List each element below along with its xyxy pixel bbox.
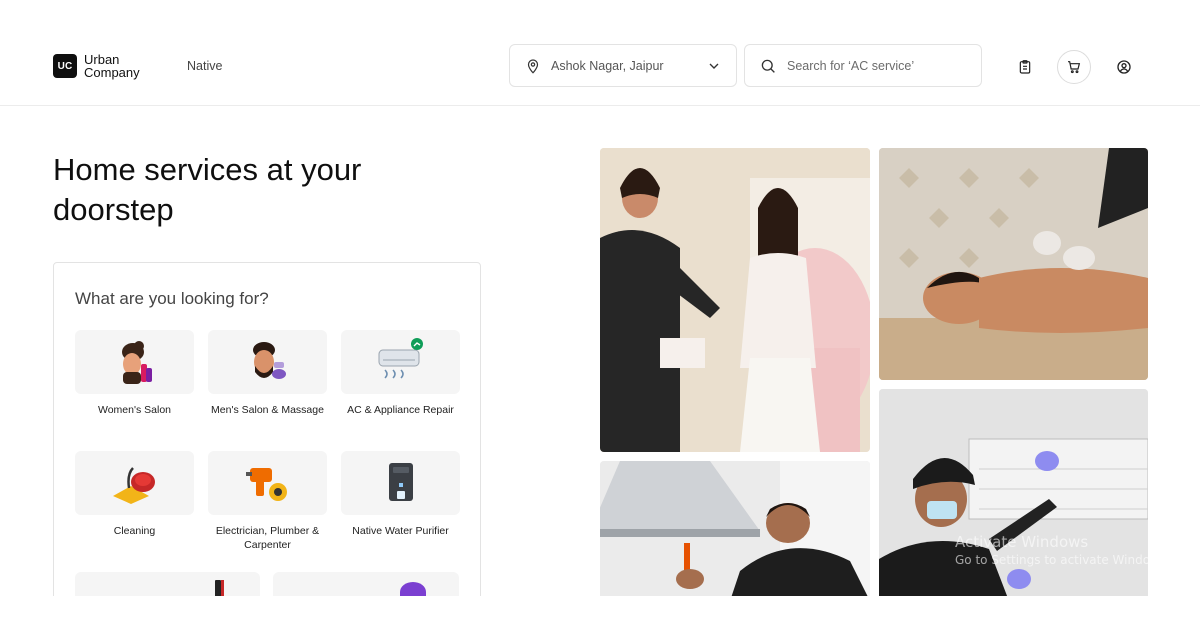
service-tile-electrician[interactable]: Electrician, Plumber & Carpenter xyxy=(208,451,327,552)
tile-image xyxy=(341,330,460,394)
service-tile-ac-repair[interactable]: AC & Appliance Repair xyxy=(341,330,460,417)
hero-title: Home services at your doorstep xyxy=(53,152,362,227)
salon-scene-illustration xyxy=(600,148,870,452)
women-salon-icon xyxy=(121,341,152,384)
location-pin-icon xyxy=(527,58,539,74)
photo-massage xyxy=(879,148,1148,380)
urban-company-logo[interactable]: UC Urban Company xyxy=(53,53,140,79)
watermark-line-2: Go to Settings to activate Windows. xyxy=(955,553,1170,567)
top-header: UC Urban Company Native Ashok Nagar, Jai… xyxy=(0,0,1200,106)
tile-image xyxy=(75,330,194,394)
photo-electrician xyxy=(600,461,870,601)
chimney-repair-illustration xyxy=(600,461,870,601)
tile-label: Cleaning xyxy=(113,525,156,537)
photo-ac-service xyxy=(879,389,1148,601)
chevron-down-icon xyxy=(709,63,719,69)
water-purifier-icon xyxy=(388,463,413,501)
logo-mark: UC xyxy=(53,54,77,78)
tile-image xyxy=(208,330,327,394)
account-icon xyxy=(1117,60,1131,74)
ac-service-illustration xyxy=(879,389,1148,601)
service-tile-cleaning[interactable]: Cleaning xyxy=(75,451,194,538)
photo-women-salon xyxy=(600,148,870,452)
logo-line-2: Company xyxy=(84,65,140,80)
search-bar[interactable] xyxy=(744,44,982,87)
service-tile-mens-salon[interactable]: Men's Salon & Massage xyxy=(208,330,327,417)
tile-label: Electrician, Plumber & Carpenter xyxy=(215,525,320,551)
account-button[interactable] xyxy=(1107,50,1141,84)
ac-repair-icon xyxy=(378,338,423,379)
watermark-line-1: Activate Windows xyxy=(955,533,1089,551)
service-tile-water-purifier[interactable]: Native Water Purifier xyxy=(341,451,460,538)
cleaning-icon xyxy=(112,467,155,504)
tile-image xyxy=(208,451,327,515)
services-card: What are you looking for? Women's Salon xyxy=(53,262,481,628)
tile-image xyxy=(75,451,194,515)
location-selector[interactable]: Ashok Nagar, Jaipur xyxy=(509,44,737,87)
massage-scene-illustration xyxy=(879,148,1148,380)
search-icon xyxy=(761,59,775,73)
page-bottom-area xyxy=(0,596,1200,628)
bookings-button[interactable] xyxy=(1008,50,1042,84)
tile-label: Native Water Purifier xyxy=(352,525,449,537)
service-tile-womens-salon[interactable]: Women's Salon xyxy=(75,330,194,417)
cart-button[interactable] xyxy=(1057,50,1091,84)
clipboard-icon xyxy=(1019,60,1031,74)
services-question: What are you looking for? xyxy=(75,289,269,308)
tile-label: Men's Salon & Massage xyxy=(211,404,324,416)
electrician-icon xyxy=(245,468,287,501)
nav-native-link[interactable]: Native xyxy=(187,59,222,73)
logo-wordmark: Urban Company xyxy=(84,53,140,79)
tile-label: Women's Salon xyxy=(97,404,171,416)
tile-label: AC & Appliance Repair xyxy=(347,404,454,416)
location-text: Ashok Nagar, Jaipur xyxy=(551,58,664,73)
windows-activation-watermark: Activate Windows Go to Settings to activ… xyxy=(955,533,1170,567)
men-salon-icon xyxy=(252,342,286,379)
search-input[interactable] xyxy=(787,58,957,73)
cart-icon xyxy=(1068,61,1081,74)
tile-image xyxy=(341,451,460,515)
